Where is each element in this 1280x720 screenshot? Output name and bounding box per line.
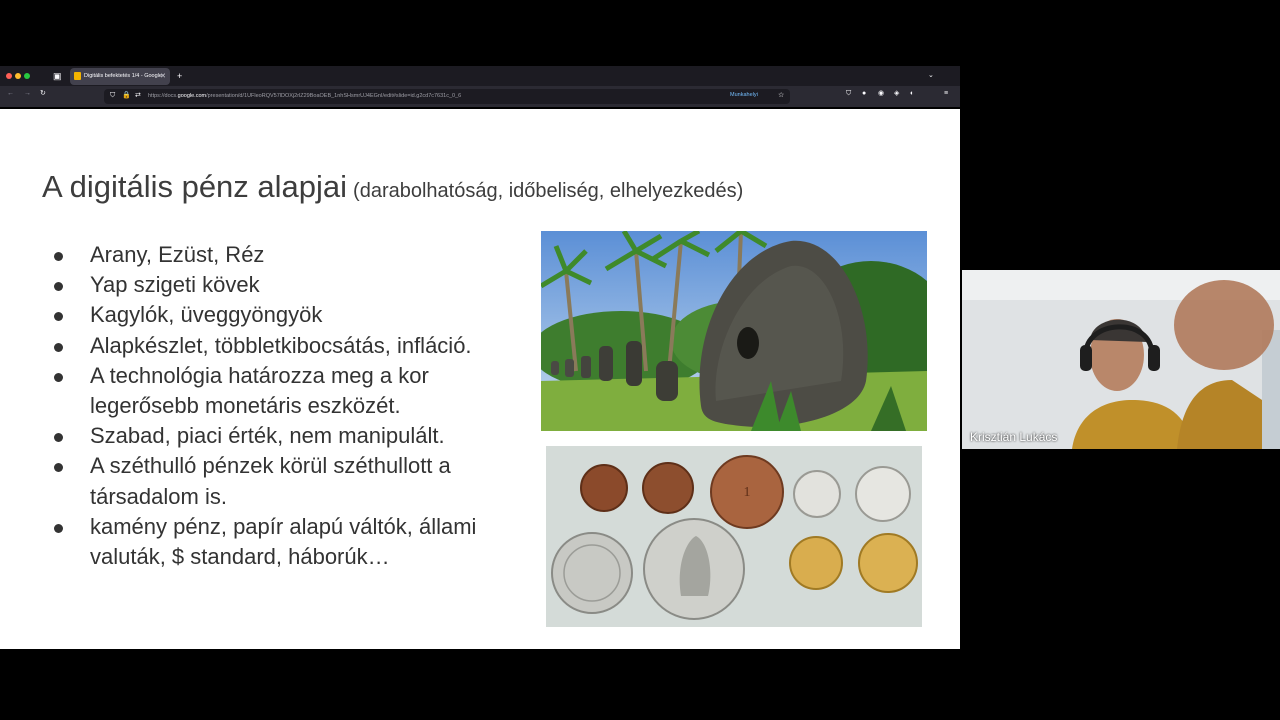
- tab-close-icon[interactable]: ✕: [160, 72, 166, 80]
- participant-video-frame: [962, 270, 1280, 449]
- tab-bar: ▣ Digitális befektetés 1/4 - Google ✕ + …: [0, 66, 960, 86]
- menu-icon[interactable]: ≡: [944, 90, 948, 98]
- container-label[interactable]: Munkahelyi: [730, 92, 758, 98]
- tab-active[interactable]: Digitális befektetés 1/4 - Google ✕: [70, 68, 170, 85]
- extension-icon[interactable]: ●: [862, 90, 866, 98]
- pocket-icon[interactable]: ⛉: [846, 90, 851, 98]
- maximize-window-button[interactable]: [24, 73, 30, 79]
- bullet-item: kamény pénz, papír alapú váltók, állami …: [52, 512, 532, 572]
- minimize-window-button[interactable]: [15, 73, 21, 79]
- bullet-dot-icon: [54, 342, 63, 352]
- bullet-item: Szabad, piaci érték, nem manipulált.: [52, 421, 532, 451]
- permissions-icon[interactable]: ⇄: [135, 92, 141, 100]
- tab-title: Digitális befektetés 1/4 - Google: [84, 73, 162, 79]
- address-bar[interactable]: ⛉ 🔒 ⇄ https://docs.google.com/presentati…: [104, 89, 790, 104]
- tab-overview-icon[interactable]: ▣: [53, 71, 62, 81]
- bullet-dot-icon: [54, 372, 63, 382]
- bullet-item: Kagylók, üveggyöngyök: [52, 300, 532, 330]
- bullet-dot-icon: [54, 523, 63, 533]
- bullet-dot-icon: [54, 252, 63, 261]
- slide-subtitle: (darabolhatóság, időbeliség, elhelyezked…: [353, 180, 744, 202]
- bullet-item: Arany, Ezüst, Réz: [52, 240, 532, 270]
- participant-video-tile[interactable]: Krisztián Lukács: [962, 270, 1280, 449]
- slide-title-text: A digitális pénz alapjai: [42, 169, 348, 204]
- slide-title: A digitális pénz alapjai (darabolhatóság,…: [42, 169, 743, 205]
- close-window-button[interactable]: [6, 73, 12, 79]
- historic-coins-image: 1: [546, 446, 922, 627]
- bullet-dot-icon: [54, 312, 63, 322]
- bullet-dot-icon: [54, 463, 63, 473]
- bullet-dot-icon: [54, 433, 63, 443]
- bullet-item: A széthulló pénzek körül széthullott a t…: [52, 451, 532, 511]
- reload-icon[interactable]: ↻: [40, 90, 46, 98]
- bullet-item: Alapkészlet, többletkibocsátás, infláció…: [52, 331, 532, 361]
- back-arrow-icon[interactable]: ←: [7, 90, 14, 98]
- presentation-slide: A digitális pénz alapjai (darabolhatóság,…: [0, 109, 960, 649]
- lock-icon[interactable]: 🔒: [122, 92, 131, 100]
- bookmark-star-icon[interactable]: ☆: [778, 92, 784, 100]
- bullet-list: Arany, Ezüst, Réz Yap szigeti kövek Kagy…: [52, 240, 532, 572]
- shield-icon[interactable]: ⛉: [110, 92, 115, 100]
- yap-stones-illustration: [541, 231, 927, 431]
- participant-name: Krisztián Lukács: [970, 430, 1058, 444]
- tab-list-chevron-down-icon[interactable]: ⌄: [928, 71, 934, 81]
- extension-icon[interactable]: ◉: [878, 90, 884, 98]
- yap-stones-image: [541, 231, 927, 431]
- extension-icon[interactable]: ◈: [894, 90, 899, 98]
- new-tab-button[interactable]: +: [177, 71, 182, 81]
- bullet-item: A technológia határozza meg a kor legerő…: [52, 361, 532, 421]
- extension-icon[interactable]: ◐: [910, 90, 914, 98]
- navigation-bar: ← → ↻ ⛉ 🔒 ⇄ https://docs.google.com/pres…: [0, 86, 960, 107]
- bullet-item: Yap szigeti kövek: [52, 270, 532, 300]
- svg-text:1: 1: [744, 485, 751, 500]
- bullet-dot-icon: [54, 282, 63, 292]
- forward-arrow-icon[interactable]: →: [24, 90, 31, 98]
- slides-favicon-icon: [74, 72, 81, 80]
- url-text[interactable]: https://docs.google.com/presentation/d/1…: [148, 93, 461, 99]
- browser-window: ▣ Digitális befektetés 1/4 - Google ✕ + …: [0, 66, 960, 107]
- coins-illustration: 1: [546, 446, 922, 627]
